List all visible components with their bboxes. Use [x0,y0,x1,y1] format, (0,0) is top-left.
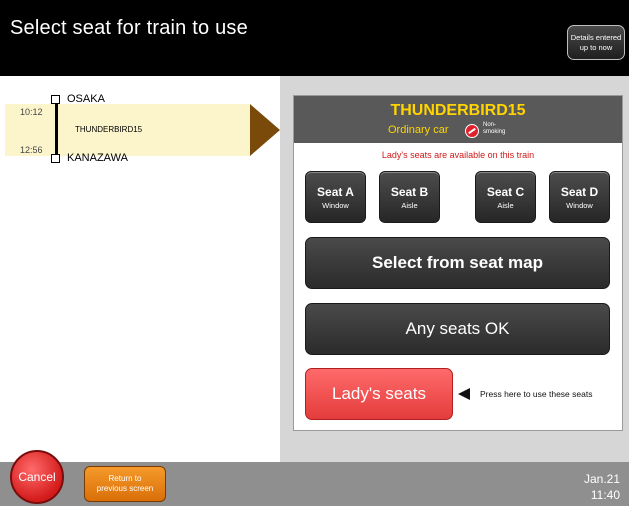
any-seats-ok-button[interactable]: Any seats OK [305,303,610,355]
smoking-label: Non- smoking [483,122,506,135]
date-time-display: Jan.21 11:40 [560,471,620,503]
no-smoking-icon [465,124,479,138]
card-train-name: THUNDERBIRD15 [390,102,526,119]
station-marker-icon [51,154,60,163]
seat-position-label: Window [566,201,593,210]
seat-position-label: Aisle [497,201,514,210]
seat-position-label: Window [322,201,349,210]
seat-b-button[interactable]: Seat B Aisle [379,171,440,223]
route-line [55,102,58,158]
seat-button-label: Seat B [390,185,429,199]
station-marker-icon [51,95,60,104]
seat-button-label: Seat D [560,185,599,199]
cancel-button[interactable]: Cancel [10,450,64,504]
arrival-station: KANAZAWA [67,152,128,164]
ladys-seats-hint: Press here to use these seats [480,389,593,399]
page-title: Select seat for train to use [10,17,248,39]
route-arrow-icon [250,104,280,156]
left-pointer-icon [458,388,470,400]
lady-seat-notice: Lady's seats are available on this train [381,150,535,160]
seat-button-label: Seat C [486,185,525,199]
ladys-seats-button[interactable]: Lady's seats [305,368,453,420]
date-label: Jan.21 [583,472,620,486]
details-entered-button[interactable]: Details entered up to now [567,25,625,60]
seat-c-button[interactable]: Seat C Aisle [475,171,536,223]
time-label: 11:40 [590,488,620,502]
select-from-seat-map-button[interactable]: Select from seat map [305,237,610,289]
departure-time: 10:12 [20,107,43,117]
seat-position-label: Aisle [401,201,418,210]
car-type: Ordinary car [388,124,449,136]
seat-a-button[interactable]: Seat A Window [305,171,366,223]
departure-station: OSAKA [67,93,105,105]
return-to-previous-button[interactable]: Return to previous screen [84,466,166,502]
arrival-time: 12:56 [20,145,43,155]
route-train-name: THUNDERBIRD15 [75,125,143,134]
seat-d-button[interactable]: Seat D Window [549,171,610,223]
seat-button-label: Seat A [317,185,354,199]
